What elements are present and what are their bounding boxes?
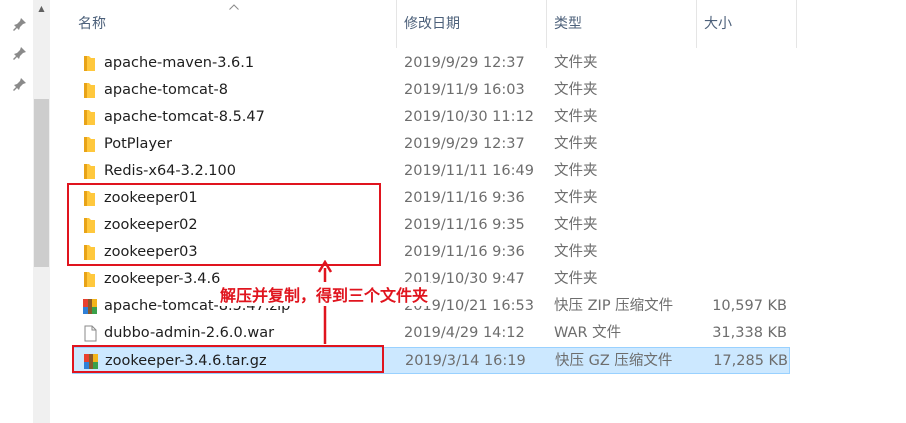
annotation-note: 解压并复制，得到三个文件夹: [218, 282, 431, 306]
archive-icon: [83, 299, 97, 314]
navigation-pane: ▲: [0, 0, 52, 423]
file-name: dubbo-admin-2.6.0.war: [104, 325, 275, 341]
folder-icon: [84, 137, 95, 152]
file-modified: 2019/10/30 11:12: [404, 109, 534, 125]
file-type: 文件夹: [554, 244, 598, 260]
file-size: [682, 77, 787, 104]
column-divider[interactable]: [796, 0, 797, 48]
file-modified: 2019/9/29 12:37: [404, 136, 525, 152]
file-modified: 2019/4/29 14:12: [404, 325, 525, 341]
folder-icon: [84, 83, 95, 98]
column-type[interactable]: 类型: [546, 0, 696, 48]
file-type: 快压 ZIP 压缩文件: [554, 298, 674, 314]
highlight-box-archive: [72, 345, 384, 373]
file-modified: 2019/11/16 9:36: [404, 190, 525, 206]
folder-icon: [84, 272, 95, 287]
file-modified: 2019/11/11 16:49: [404, 163, 534, 179]
file-size: [682, 185, 787, 212]
file-type: 文件夹: [554, 217, 598, 233]
file-name: zookeeper-3.4.6: [104, 271, 221, 287]
file-row[interactable]: apache-tomcat-8.5.47.zip 2019/10/21 16:5…: [72, 293, 790, 320]
pin-icon[interactable]: [13, 17, 27, 31]
file-size: [682, 266, 787, 293]
file-type: 文件夹: [554, 190, 598, 206]
file-size: 10,597 KB: [712, 298, 787, 314]
column-header: 名称 修改日期 类型 大小: [64, 0, 906, 48]
nav-scrollbar[interactable]: ▲: [33, 0, 50, 423]
pin-icon[interactable]: [13, 77, 27, 91]
file-modified: 2019/11/16 9:36: [404, 244, 525, 260]
file-row[interactable]: PotPlayer 2019/9/29 12:37 文件夹: [72, 131, 790, 158]
file-size: [682, 131, 787, 158]
file-row[interactable]: apache-tomcat-8 2019/11/9 16:03 文件夹: [72, 77, 790, 104]
file-type: WAR 文件: [554, 325, 622, 341]
file-type: 文件夹: [554, 82, 598, 98]
file-row[interactable]: dubbo-admin-2.6.0.war 2019/4/29 14:12 WA…: [72, 320, 790, 347]
column-modified[interactable]: 修改日期: [396, 0, 546, 48]
file-name: apache-maven-3.6.1: [104, 55, 255, 71]
folder-icon: [84, 56, 95, 71]
file-type: 文件夹: [554, 271, 598, 287]
file-modified: 2019/3/14 16:19: [405, 353, 526, 369]
file-name: apache-tomcat-8.5.47: [104, 109, 265, 125]
file-type: 文件夹: [554, 136, 598, 152]
file-size: [682, 239, 787, 266]
file-size: [682, 158, 787, 185]
file-type: 文件夹: [554, 163, 598, 179]
file-modified: 2019/11/16 9:35: [404, 217, 525, 233]
file-type: 快压 GZ 压缩文件: [555, 353, 673, 369]
file-name: PotPlayer: [104, 136, 172, 152]
column-size[interactable]: 大小: [696, 0, 796, 48]
file-type: 文件夹: [554, 55, 598, 71]
file-size: [682, 104, 787, 131]
file-name: apache-tomcat-8: [104, 82, 228, 98]
folder-icon: [84, 164, 95, 179]
column-name[interactable]: 名称: [70, 0, 396, 48]
file-row[interactable]: apache-maven-3.6.1 2019/9/29 12:37 文件夹: [72, 50, 790, 77]
file-size: 31,338 KB: [712, 325, 787, 341]
file-modified: 2019/11/9 16:03: [404, 82, 525, 98]
file-size: [682, 50, 787, 77]
file-size: [682, 212, 787, 239]
file-name: Redis-x64-3.2.100: [104, 163, 236, 179]
file-size: 17,285 KB: [713, 353, 788, 369]
file-modified: 2019/9/29 12:37: [404, 55, 525, 71]
file-icon: [84, 325, 97, 342]
file-type: 文件夹: [554, 109, 598, 125]
file-row[interactable]: apache-tomcat-8.5.47 2019/10/30 11:12 文件…: [72, 104, 790, 131]
pin-icon[interactable]: [13, 46, 27, 60]
folder-icon: [84, 110, 95, 125]
scrollbar-thumb[interactable]: [34, 99, 49, 267]
highlight-box-folders: [67, 183, 381, 266]
file-row[interactable]: Redis-x64-3.2.100 2019/11/11 16:49 文件夹: [72, 158, 790, 185]
scroll-up-icon[interactable]: ▲: [33, 0, 50, 17]
file-row[interactable]: zookeeper-3.4.6 2019/10/30 9:47 文件夹: [72, 266, 790, 293]
